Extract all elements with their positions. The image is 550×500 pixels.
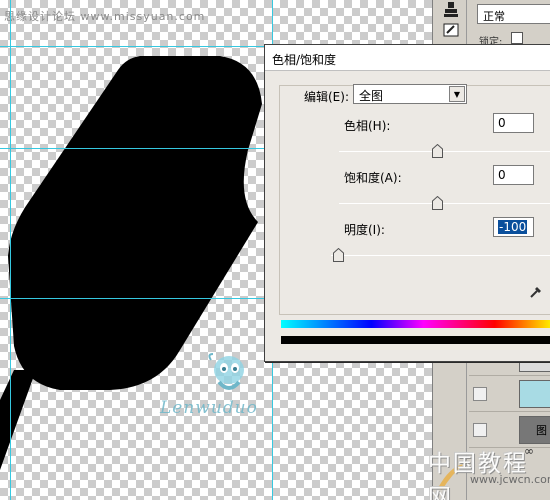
mascot-logo-icon <box>208 353 244 390</box>
site-watermark-title: 中国教程网 <box>428 451 528 500</box>
lightness-label: 明度(I): <box>344 223 385 237</box>
guide-line-vertical <box>10 0 11 500</box>
layer-row[interactable]: 图 <box>469 412 550 448</box>
saturation-slider-track[interactable] <box>339 203 550 204</box>
hue-label: 色相(H): <box>344 119 391 133</box>
hue-saturation-dialog: 色相/饱和度 编辑(E): 全图 ▼ 色相(H): 0 饱和度(A): 0 明度… <box>264 44 550 362</box>
hue-slider-track[interactable] <box>339 151 550 152</box>
lock-checkbox[interactable] <box>511 32 523 44</box>
lightness-slider-thumb[interactable] <box>333 248 344 262</box>
dropdown-arrow-icon[interactable]: ▼ <box>449 86 465 102</box>
stamp-icon[interactable] <box>442 2 460 18</box>
edit-select[interactable]: 全图 ▼ <box>353 84 467 104</box>
saturation-label: 饱和度(A): <box>344 171 402 185</box>
layer-name: 图 <box>536 424 547 437</box>
saturation-input[interactable]: 0 <box>493 165 534 185</box>
layer-row[interactable] <box>469 376 550 412</box>
eye-icon[interactable] <box>473 387 487 401</box>
saturation-input-value: 0 <box>498 168 506 182</box>
eyedropper-icon[interactable] <box>529 285 543 299</box>
hue-input-value: 0 <box>498 116 506 130</box>
adjusted-spectrum-bar <box>281 336 550 344</box>
dialog-titlebar[interactable]: 色相/饱和度 <box>265 45 550 71</box>
dialog-title: 色相/饱和度 <box>272 53 337 67</box>
lightness-slider-track[interactable] <box>331 255 550 256</box>
blend-mode-select[interactable]: 正常 <box>477 4 550 24</box>
hue-spectrum-bar <box>281 320 550 328</box>
layer-thumbnail <box>519 380 550 408</box>
edit-select-value: 全图 <box>359 89 384 103</box>
lightness-input-value: -100 <box>498 220 528 234</box>
site-watermark-url: www.jcwcn.com <box>470 473 550 486</box>
edit-label: 编辑(E): <box>301 88 352 105</box>
history-brush-icon[interactable] <box>442 22 460 38</box>
eye-icon[interactable] <box>473 423 487 437</box>
saturation-slider-thumb[interactable] <box>432 196 443 210</box>
mascot-watermark-text: Lenwuduo <box>160 398 258 418</box>
lightness-input[interactable]: -100 <box>493 217 534 237</box>
hue-input[interactable]: 0 <box>493 113 534 133</box>
hue-slider-thumb[interactable] <box>432 144 443 158</box>
